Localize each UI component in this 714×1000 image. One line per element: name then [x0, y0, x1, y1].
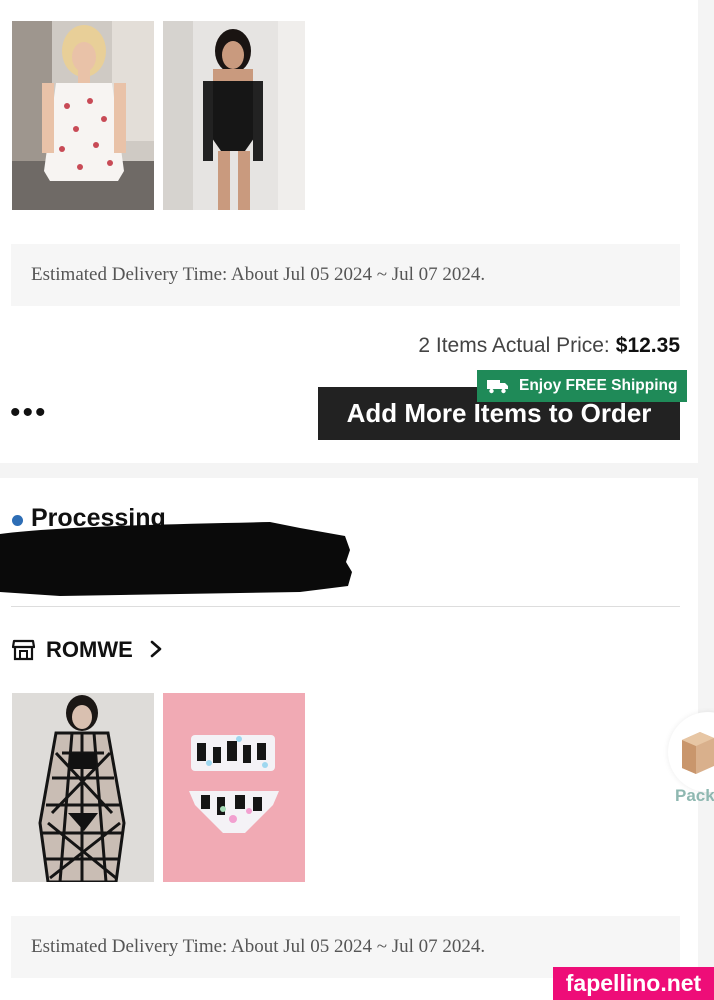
product-thumb-pink-print-bikini[interactable] [163, 693, 305, 882]
section-divider [11, 606, 680, 607]
more-options-icon[interactable]: ••• [10, 398, 48, 428]
web-dress-image [12, 693, 154, 882]
store-name: ROMWE [46, 637, 133, 662]
delivery-estimate-top: Estimated Delivery Time: About Jul 05 20… [11, 244, 680, 306]
chevron-right-icon [150, 640, 162, 658]
product-thumb-white-cherry-dress[interactable] [12, 21, 154, 210]
free-shipping-label: Enjoy FREE Shipping [519, 377, 678, 394]
right-scroll-rail [698, 0, 714, 1000]
fishnet-bodysuit-image [163, 21, 305, 210]
product-thumb-black-web-dress[interactable] [12, 693, 154, 882]
product-thumb-black-fishnet-bodysuit[interactable] [163, 21, 305, 210]
pink-bikini-image [163, 693, 305, 882]
free-shipping-badge: Enjoy FREE Shipping [477, 370, 687, 402]
package-widget[interactable]: Pack [668, 712, 714, 808]
actual-price-row: 2 Items Actual Price: $12.35 [418, 334, 680, 358]
cherry-dress-image [12, 21, 154, 210]
actual-price-value: $12.35 [615, 334, 680, 357]
package-widget-label: Pack [675, 786, 714, 805]
redaction-marker [0, 522, 352, 596]
package-box-icon [682, 732, 714, 774]
store-icon [12, 639, 35, 661]
watermark-badge: fapellino.net [553, 967, 714, 1000]
truck-icon [487, 380, 508, 394]
actual-price-label: 2 Items Actual Price: [418, 334, 610, 357]
